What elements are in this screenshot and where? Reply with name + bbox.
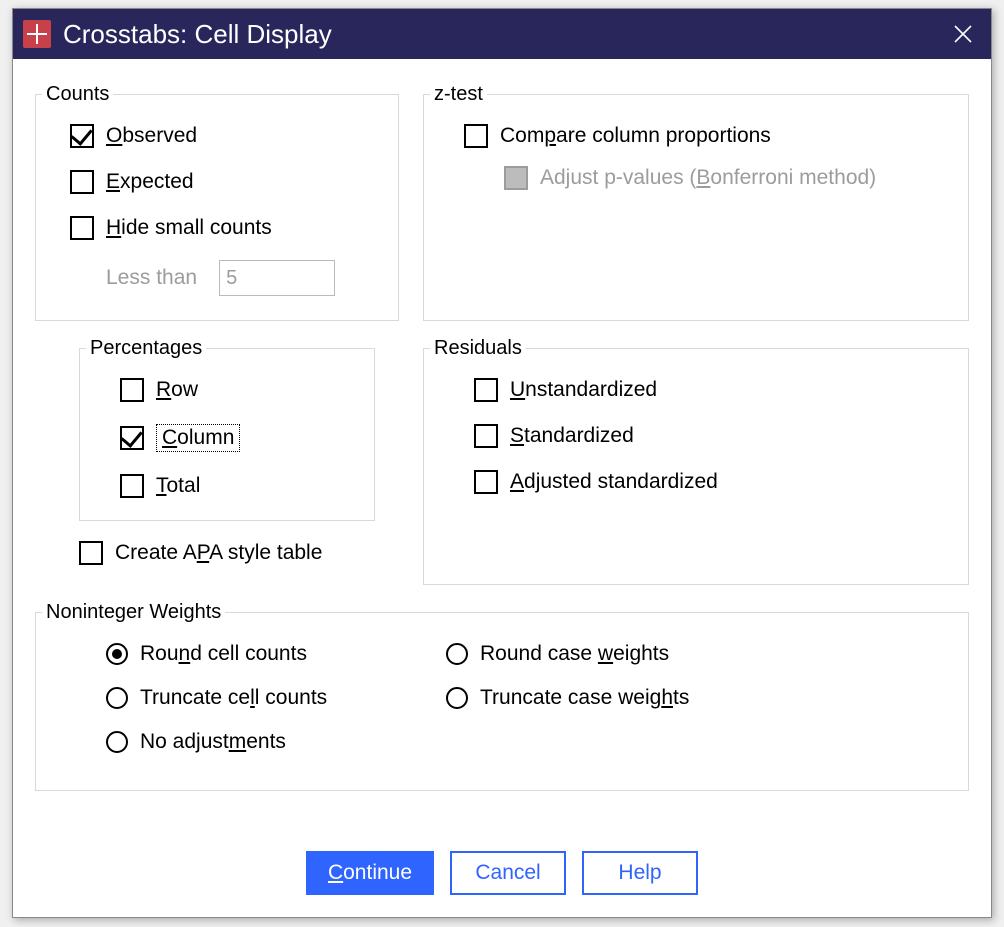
percent-row-option[interactable]: Row: [120, 378, 374, 402]
close-button[interactable]: [943, 14, 983, 54]
weights-round-cell-label: Round cell counts: [140, 642, 307, 666]
help-button[interactable]: Help: [582, 851, 698, 895]
radio-icon: [106, 731, 128, 753]
checkbox-icon: [474, 470, 498, 494]
checkbox-icon: [70, 216, 94, 240]
radio-icon: [446, 687, 468, 709]
residual-adj-label: Adjusted standardized: [510, 470, 718, 494]
titlebar: Crosstabs: Cell Display: [13, 9, 991, 59]
weights-noadjust-option[interactable]: No adjustments: [106, 730, 436, 754]
dialog-title: Crosstabs: Cell Display: [63, 19, 943, 50]
percent-column-option[interactable]: Column: [120, 424, 374, 452]
dialog-window: Crosstabs: Cell Display Counts Observed: [12, 8, 992, 918]
percentages-legend: Percentages: [86, 337, 206, 360]
mid-row: Percentages Row Column Total: [35, 337, 969, 585]
ztest-compare-label: Compare column proportions: [500, 124, 771, 148]
checkbox-icon: [120, 474, 144, 498]
weights-round-case-label: Round case weights: [480, 642, 669, 666]
percentages-group: Percentages Row Column Total: [79, 337, 375, 521]
weights-trunc-case-option[interactable]: Truncate case weights: [446, 686, 776, 710]
percent-column-label: Column: [156, 424, 240, 452]
counts-legend: Counts: [42, 83, 113, 106]
apa-label: Create APA style table: [115, 541, 322, 565]
counts-expected-option[interactable]: Expected: [70, 170, 398, 194]
counts-lessthan-label: Less than: [106, 266, 197, 290]
residuals-group: Residuals Unstandardized Standardized Ad…: [423, 337, 969, 585]
counts-lessthan-row: Less than: [106, 260, 398, 296]
counts-lessthan-input[interactable]: [219, 260, 335, 296]
residual-adj-option[interactable]: Adjusted standardized: [474, 470, 968, 494]
residual-unstd-label: Unstandardized: [510, 378, 657, 402]
ztest-legend: z-test: [430, 83, 487, 106]
weights-legend: Noninteger Weights: [42, 601, 225, 624]
app-icon: [23, 20, 51, 48]
counts-observed-option[interactable]: Observed: [70, 124, 398, 148]
weights-round-cell-option[interactable]: Round cell counts: [106, 642, 436, 666]
checkbox-icon: [70, 170, 94, 194]
mid-left: Percentages Row Column Total: [35, 337, 399, 585]
counts-expected-label: Expected: [106, 170, 194, 194]
counts-observed-label: Observed: [106, 124, 197, 148]
top-row: Counts Observed Expected Hide small coun…: [35, 83, 969, 321]
residuals-legend: Residuals: [430, 337, 526, 360]
weights-trunc-cell-option[interactable]: Truncate cell counts: [106, 686, 436, 710]
percent-total-option[interactable]: Total: [120, 474, 374, 498]
checkbox-icon: [79, 541, 103, 565]
apa-option[interactable]: Create APA style table: [79, 541, 399, 565]
weights-group: Noninteger Weights Round cell counts Rou…: [35, 601, 969, 791]
button-row: Continue Cancel Help: [35, 845, 969, 903]
counts-hidesmall-label: Hide small counts: [106, 216, 272, 240]
checkbox-icon: [464, 124, 488, 148]
ztest-compare-option[interactable]: Compare column proportions: [464, 124, 968, 148]
continue-button[interactable]: Continue: [306, 851, 434, 895]
checkbox-icon: [70, 124, 94, 148]
residual-unstd-option[interactable]: Unstandardized: [474, 378, 968, 402]
counts-group: Counts Observed Expected Hide small coun…: [35, 83, 399, 321]
counts-hidesmall-option[interactable]: Hide small counts: [70, 216, 398, 240]
residual-std-label: Standardized: [510, 424, 634, 448]
dialog-body: Counts Observed Expected Hide small coun…: [13, 59, 991, 917]
ztest-group: z-test Compare column proportions Adjust…: [423, 83, 969, 321]
ztest-adjust-option: Adjust p-values (Bonferroni method): [504, 166, 968, 190]
checkbox-icon: [120, 426, 144, 450]
residual-std-option[interactable]: Standardized: [474, 424, 968, 448]
radio-icon: [446, 643, 468, 665]
cancel-button[interactable]: Cancel: [450, 851, 566, 895]
weights-trunc-cell-label: Truncate cell counts: [140, 686, 327, 710]
close-icon: [954, 25, 972, 43]
checkbox-icon: [120, 378, 144, 402]
weights-noadjust-label: No adjustments: [140, 730, 286, 754]
radio-icon: [106, 687, 128, 709]
weights-round-case-option[interactable]: Round case weights: [446, 642, 776, 666]
checkbox-icon: [474, 378, 498, 402]
checkbox-icon: [504, 166, 528, 190]
percent-row-label: Row: [156, 378, 198, 402]
weights-trunc-case-label: Truncate case weights: [480, 686, 689, 710]
ztest-adjust-label: Adjust p-values (Bonferroni method): [540, 166, 876, 190]
percent-total-label: Total: [156, 474, 200, 498]
checkbox-icon: [474, 424, 498, 448]
radio-icon: [106, 643, 128, 665]
